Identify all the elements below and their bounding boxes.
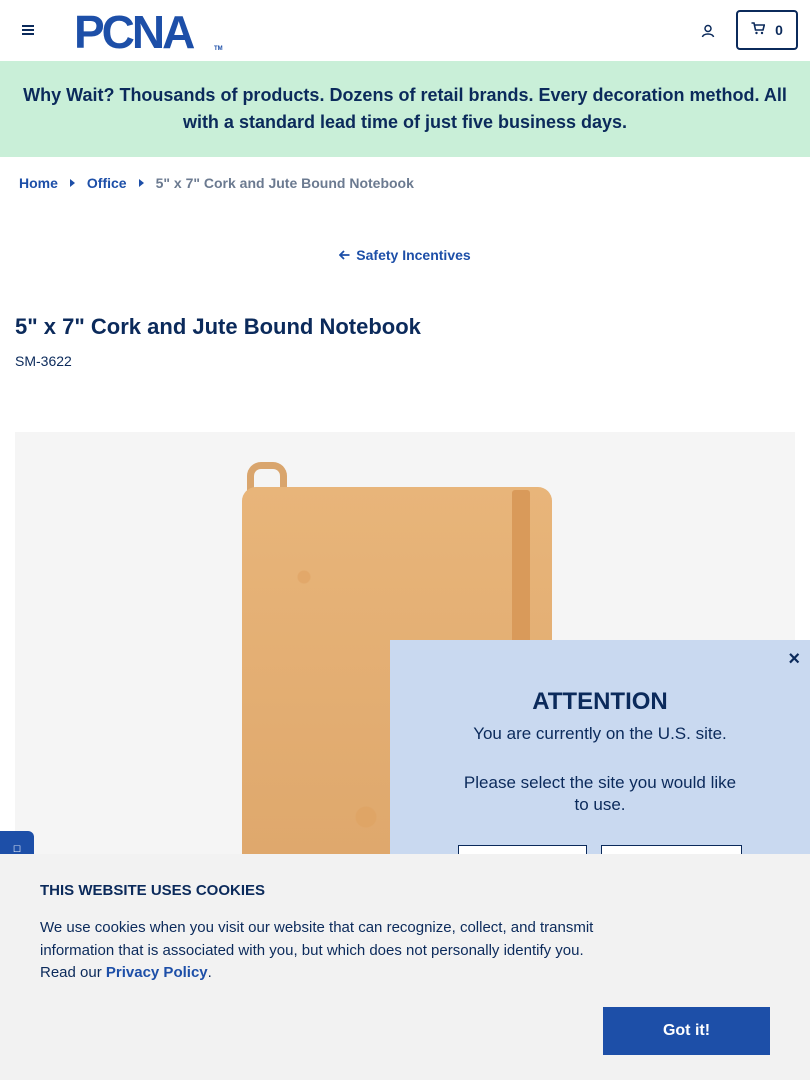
back-link-label: Safety Incentives: [356, 247, 471, 263]
privacy-policy-link[interactable]: Privacy Policy: [106, 964, 208, 981]
breadcrumb-caret-icon: [69, 179, 75, 187]
promo-text: Why Wait? Thousands of products. Dozens …: [23, 85, 787, 132]
back-link[interactable]: Safety Incentives: [0, 247, 810, 263]
product-sku: SM-3622: [15, 353, 72, 369]
modal-current-site-text: You are currently on the U.S. site.: [473, 724, 727, 743]
modal-instruction-text: Please select the site you would like to…: [463, 773, 737, 814]
cookie-title: THIS WEBSITE USES COOKIES: [40, 882, 266, 899]
cart-count: 0: [775, 22, 783, 38]
accept-cookies-button[interactable]: Got it!: [603, 1007, 770, 1055]
breadcrumb: Home Office 5" x 7" Cork and Jute Bound …: [19, 175, 414, 191]
cart-icon: [751, 22, 766, 38]
breadcrumb-caret-icon: [138, 179, 144, 187]
cart-button[interactable]: 0: [736, 10, 798, 50]
svg-text:TM: TM: [214, 46, 223, 52]
breadcrumb-office[interactable]: Office: [87, 175, 127, 191]
cookie-notice: THIS WEBSITE USES COOKIES We use cookies…: [0, 854, 810, 1080]
product-title: 5" x 7" Cork and Jute Bound Notebook: [15, 314, 421, 339]
pcna-logo[interactable]: PCNA TM: [74, 6, 226, 58]
side-tab-icon: ☐: [12, 843, 22, 854]
user-icon[interactable]: [697, 20, 719, 42]
modal-title: ATTENTION: [532, 688, 668, 715]
svg-text:PCNA: PCNA: [74, 9, 194, 53]
cookie-body: We use cookies when you visit our websit…: [40, 917, 610, 985]
site-header: PCNA TM 0: [0, 0, 810, 61]
breadcrumb-home[interactable]: Home: [19, 175, 58, 191]
hamburger-menu-icon[interactable]: [18, 20, 38, 40]
cookie-period: .: [207, 964, 212, 981]
close-icon[interactable]: ×: [788, 648, 800, 671]
promo-banner: Why Wait? Thousands of products. Dozens …: [0, 61, 810, 157]
arrow-left-icon: [339, 247, 350, 263]
breadcrumb-current: 5" x 7" Cork and Jute Bound Notebook: [155, 175, 414, 191]
